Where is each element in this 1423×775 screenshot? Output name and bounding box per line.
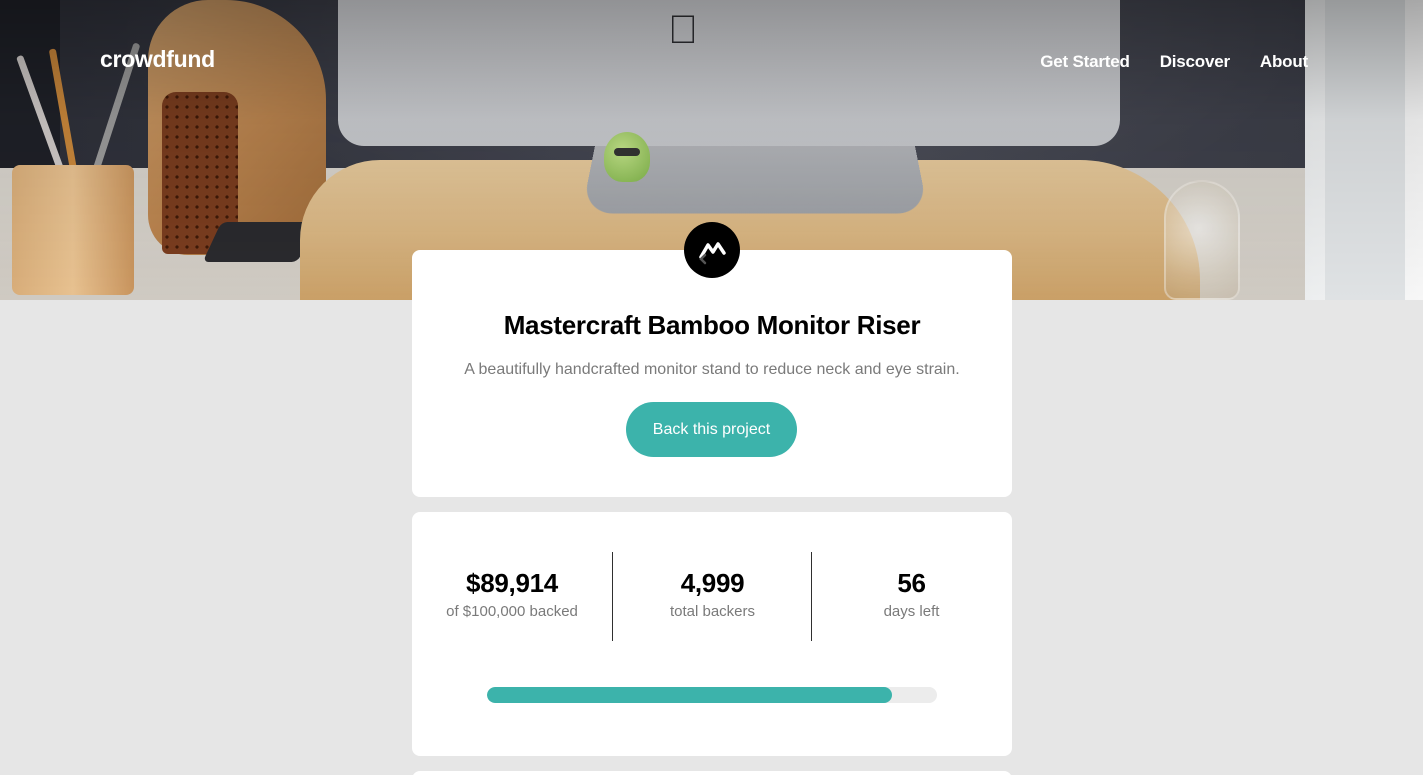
nav-discover[interactable]: Discover xyxy=(1160,52,1230,72)
mastercraft-logo-icon xyxy=(684,222,740,278)
stat-backed: $89,914 of $100,000 backed xyxy=(412,552,612,641)
stat-backed-label: of $100,000 backed xyxy=(446,603,578,620)
stat-backers: 4,999 total backers xyxy=(612,552,812,641)
nav-get-started[interactable]: Get Started xyxy=(1040,52,1130,72)
project-stats-card: $89,914 of $100,000 backed 4,999 total b… xyxy=(412,512,1012,756)
project-title: Mastercraft Bamboo Monitor Riser xyxy=(503,310,921,340)
site-logo[interactable]: crowdfund xyxy=(100,46,215,73)
stat-backers-value: 4,999 xyxy=(680,568,745,598)
project-intro-card: Mastercraft Bamboo Monitor Riser A beaut… xyxy=(412,250,1012,497)
stat-days-label: days left xyxy=(883,603,940,620)
about-project-card xyxy=(412,771,1012,775)
funding-progress-bar xyxy=(487,687,937,703)
back-project-button[interactable]: Back this project xyxy=(626,402,797,457)
stat-days-value: 56 xyxy=(897,568,926,598)
stat-days-left: 56 days left xyxy=(811,552,1011,641)
funding-progress-fill xyxy=(487,687,892,703)
stat-backed-value: $89,914 xyxy=(466,568,558,598)
project-description: A beautifully handcrafted monitor stand … xyxy=(464,361,960,378)
nav-about[interactable]: About xyxy=(1260,52,1308,72)
main-nav: Get Started Discover About xyxy=(1040,52,1308,72)
stat-backers-label: total backers xyxy=(669,603,756,620)
